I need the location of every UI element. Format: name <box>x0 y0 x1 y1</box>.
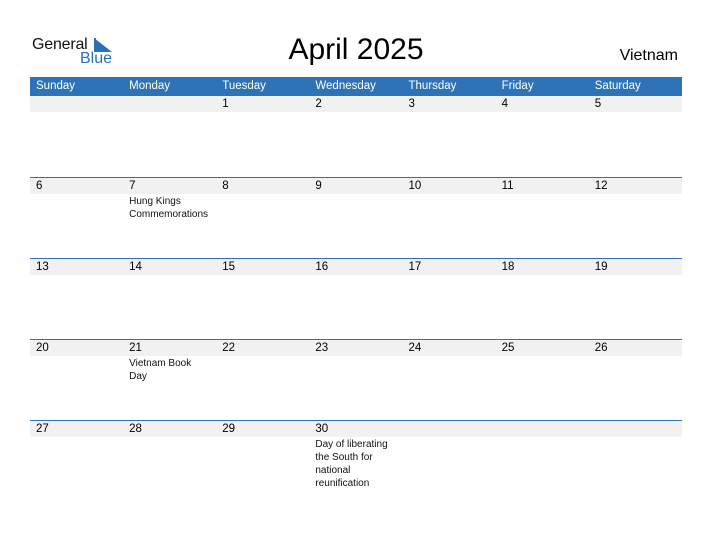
day-cell: 10 <box>403 178 496 258</box>
country-label: Vietnam <box>619 47 678 64</box>
day-number <box>595 421 682 437</box>
day-number: 17 <box>408 261 422 273</box>
day-number: 9 <box>315 180 322 192</box>
day-cell: 11 <box>496 178 589 258</box>
day-cell: 21 Vietnam Book Day <box>123 340 216 420</box>
day-cell: 7 Hung Kings Commemorations <box>123 178 216 258</box>
weekday-friday: Friday <box>501 80 534 92</box>
day-number: 25 <box>501 342 515 354</box>
week-row: 20 21 Vietnam Book Day 22 23 24 25 26 <box>30 339 682 420</box>
week-row: 13 14 15 16 17 18 19 <box>30 258 682 339</box>
day-number: 3 <box>408 98 415 110</box>
day-number: 15 <box>222 261 236 273</box>
day-cell: 14 <box>123 259 216 339</box>
day-number: 24 <box>408 342 422 354</box>
day-cell <box>30 96 123 177</box>
day-cell: 28 <box>123 421 216 501</box>
day-number: 26 <box>594 342 608 354</box>
holiday-label: Hung Kings Commemorations <box>129 196 209 220</box>
day-cell <box>496 421 589 501</box>
day-cell: 20 <box>30 340 123 420</box>
holiday-label: Vietnam Book Day <box>129 358 192 382</box>
day-cell: 19 <box>589 259 682 339</box>
day-cell <box>589 421 682 501</box>
day-number: 13 <box>36 261 49 273</box>
day-cell: 29 <box>216 421 309 501</box>
day-cell <box>123 96 216 177</box>
day-number: 19 <box>594 261 608 273</box>
day-cell <box>403 421 496 501</box>
day-cell: 26 <box>589 340 682 420</box>
day-number: 11 <box>501 180 514 192</box>
day-number <box>502 421 589 437</box>
day-cell: 18 <box>496 259 589 339</box>
day-cell: 22 <box>216 340 309 420</box>
week-cells: 1 2 3 4 5 <box>30 96 682 177</box>
day-number <box>36 96 123 112</box>
day-cell: 4 <box>496 96 589 177</box>
day-number: 14 <box>129 261 142 273</box>
day-cell: 23 <box>309 340 402 420</box>
weekday-wednesday: Wednesday <box>315 80 376 92</box>
day-number: 20 <box>36 342 49 354</box>
day-cell: 25 <box>496 340 589 420</box>
day-number: 23 <box>315 342 329 354</box>
day-number: 21 <box>129 342 142 354</box>
week-row: 1 2 3 4 5 <box>30 96 682 177</box>
day-number: 28 <box>129 423 142 435</box>
day-number: 12 <box>594 180 608 192</box>
week-row: 6 7 Hung Kings Commemorations 8 9 10 11 12 <box>30 177 682 258</box>
day-cell: 9 <box>309 178 402 258</box>
week-cells: 13 14 15 16 17 18 19 <box>30 259 682 339</box>
day-number: 7 <box>129 180 136 192</box>
day-cell: 1 <box>216 96 309 177</box>
weeks: 1 2 3 4 5 6 7 Hung Kings Commemorations 8 9 10 11 12… <box>30 96 682 501</box>
weekday-saturday: Saturday <box>594 80 641 92</box>
weekday-sunday: Sunday <box>36 80 76 92</box>
holiday-label: Day of liberating the South for national… <box>315 439 388 489</box>
week-cells: 6 7 Hung Kings Commemorations 8 9 10 11 12 <box>30 178 682 258</box>
day-cell: 15 <box>216 259 309 339</box>
day-number <box>409 421 496 437</box>
weekday-header: Sunday Monday Tuesday Wednesday Thursday… <box>30 77 682 96</box>
calendar-grid: Sunday Monday Tuesday Wednesday Thursday… <box>30 77 682 501</box>
day-number: 22 <box>222 342 236 354</box>
day-number: 8 <box>222 180 229 192</box>
weekday-monday: Monday <box>129 80 171 92</box>
week-cells: 27 28 29 30 Day of liberating the South for … <box>30 421 682 501</box>
weekday-tuesday: Tuesday <box>222 80 266 92</box>
day-number: 1 <box>222 98 229 110</box>
day-cell: 24 <box>403 340 496 420</box>
day-cell: 27 <box>30 421 123 501</box>
day-cell: 16 <box>309 259 402 339</box>
day-number: 18 <box>501 261 515 273</box>
day-cell: 12 <box>589 178 682 258</box>
day-number: 2 <box>315 98 322 110</box>
day-cell: 8 <box>216 178 309 258</box>
weekday-thursday: Thursday <box>408 80 457 92</box>
day-number: 6 <box>36 180 43 192</box>
day-number: 30 <box>315 423 329 435</box>
day-cell: 6 <box>30 178 123 258</box>
day-cell: 5 <box>589 96 682 177</box>
day-cell: 3 <box>403 96 496 177</box>
day-cell: 2 <box>309 96 402 177</box>
day-number: 27 <box>36 423 49 435</box>
day-cell: 17 <box>403 259 496 339</box>
day-cell: 13 <box>30 259 123 339</box>
week-row: 27 28 29 30 Day of liberating the South for … <box>30 420 682 501</box>
day-cell: 30 Day of liberating the South for nation… <box>309 421 402 501</box>
day-number: 29 <box>222 423 236 435</box>
day-number <box>129 96 216 112</box>
day-number: 4 <box>501 98 509 110</box>
day-number: 10 <box>408 180 422 192</box>
day-number: 16 <box>315 261 329 273</box>
page-title: April 2025 <box>288 33 424 66</box>
day-number: 5 <box>594 98 602 110</box>
week-cells: 20 21 Vietnam Book Day 22 23 24 25 26 <box>30 340 682 420</box>
